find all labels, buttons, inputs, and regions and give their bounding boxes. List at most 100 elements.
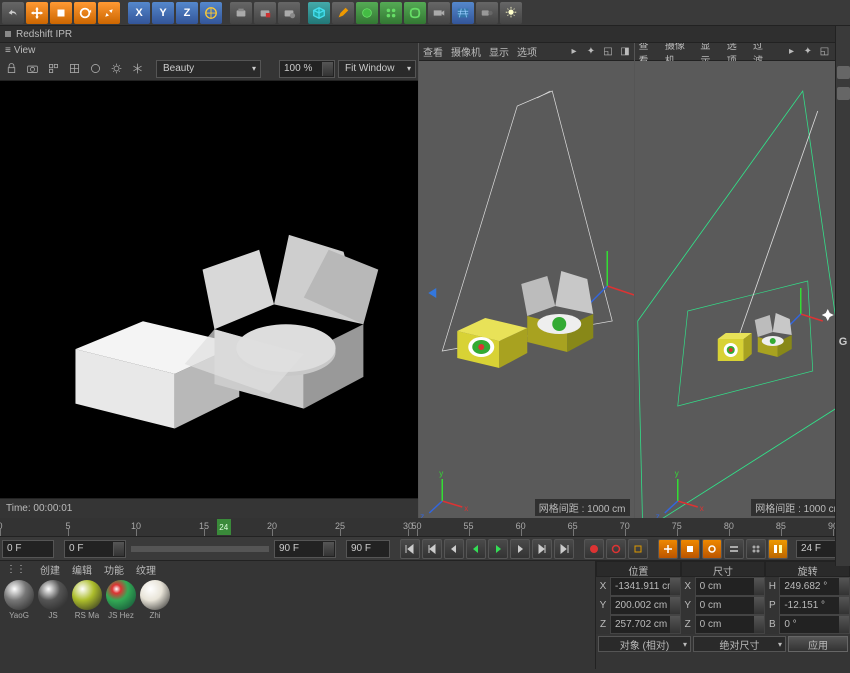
viewport-hud: 网格间距 : 1000 cm bbox=[535, 499, 630, 516]
gear-icon[interactable] bbox=[107, 60, 125, 78]
vp-menu-display[interactable]: 显示 bbox=[489, 44, 509, 59]
rotate-tool[interactable] bbox=[74, 2, 96, 24]
loop-end-field[interactable]: 90 F bbox=[274, 540, 336, 558]
last-tool[interactable] bbox=[98, 2, 120, 24]
mat-tab-edit[interactable]: 编辑 bbox=[72, 562, 92, 577]
timeline-ruler[interactable]: 24 051015202530505560657075808590 bbox=[0, 518, 850, 536]
rot-field[interactable]: 0 ° bbox=[779, 615, 850, 634]
key-pla-button[interactable] bbox=[746, 539, 766, 559]
size-field[interactable]: 0 cm bbox=[695, 596, 766, 615]
keyframe-sel-button[interactable] bbox=[628, 539, 648, 559]
apply-button[interactable]: 应用 bbox=[788, 636, 848, 652]
strip-icon-1[interactable] bbox=[837, 66, 850, 79]
key-pos-button[interactable] bbox=[658, 539, 678, 559]
material-slot[interactable]: JS Hez bbox=[104, 579, 138, 667]
zoom-field[interactable]: 100 % bbox=[279, 60, 335, 78]
move-tool[interactable] bbox=[26, 2, 48, 24]
world-axis-button[interactable] bbox=[200, 2, 222, 24]
coord-mode-2[interactable]: 绝对尺寸 bbox=[693, 636, 786, 652]
vp-menu-options[interactable]: 选项 bbox=[517, 44, 537, 59]
render-region-button[interactable] bbox=[254, 2, 276, 24]
vp-menu-camera[interactable]: 摄像机 bbox=[451, 44, 481, 59]
loop-start-field[interactable]: 0 F bbox=[64, 540, 126, 558]
playhead[interactable]: 24 bbox=[217, 519, 231, 535]
coord-tab-size: 尺寸 bbox=[681, 561, 766, 577]
material-slot[interactable]: JS bbox=[36, 579, 70, 667]
next-key-button[interactable] bbox=[532, 539, 552, 559]
rot-field[interactable]: 249.682 ° bbox=[779, 577, 850, 596]
camera-obj-button[interactable] bbox=[476, 2, 498, 24]
material-slot[interactable]: Zhi bbox=[138, 579, 172, 667]
render-settings-button[interactable] bbox=[278, 2, 300, 24]
light-button[interactable] bbox=[500, 2, 522, 24]
vp-nav-icon-2b[interactable]: ✦ bbox=[804, 47, 812, 56]
autokey-button[interactable] bbox=[606, 539, 626, 559]
floor-button[interactable] bbox=[452, 2, 474, 24]
prev-frame-button[interactable] bbox=[444, 539, 464, 559]
vp-menu-view[interactable]: 查看 bbox=[423, 44, 443, 59]
next-frame-button[interactable] bbox=[510, 539, 530, 559]
key-scale-button[interactable] bbox=[680, 539, 700, 559]
play-back-button[interactable] bbox=[466, 539, 486, 559]
coord-mode-1[interactable]: 对象 (相对) bbox=[598, 636, 691, 652]
lock-icon[interactable] bbox=[2, 60, 20, 78]
viewport-right[interactable]: 查看 摄像机 显示 选项 过滤 ▸ ✦ ◱ ◨ 透视视图 bbox=[635, 43, 850, 518]
goto-end-button[interactable] bbox=[554, 539, 574, 559]
freeze-icon[interactable] bbox=[128, 60, 146, 78]
record-button[interactable] bbox=[584, 539, 604, 559]
pen-tool-button[interactable] bbox=[332, 2, 354, 24]
circle-icon[interactable] bbox=[86, 60, 104, 78]
rot-field[interactable]: -12.151 ° bbox=[779, 596, 850, 615]
key-rot-button[interactable] bbox=[702, 539, 722, 559]
play-button[interactable] bbox=[488, 539, 508, 559]
bucket-icon[interactable] bbox=[44, 60, 62, 78]
pos-field[interactable]: 200.002 cm bbox=[610, 596, 681, 615]
scrollbar[interactable] bbox=[131, 546, 269, 552]
material-panel: ⋮⋮ 创建 编辑 功能 纹理 YaoGJSRS MaJS HezZhi bbox=[0, 561, 596, 669]
vp-nav-icon-2[interactable]: ✦ bbox=[587, 47, 596, 56]
ipr-time-bar: Time: 00:00:01 bbox=[0, 498, 418, 518]
mat-tab-func[interactable]: 功能 bbox=[104, 562, 124, 577]
array-button[interactable] bbox=[380, 2, 402, 24]
prev-key-button[interactable] bbox=[422, 539, 442, 559]
size-field[interactable]: 0 cm bbox=[695, 615, 766, 634]
y-axis-button[interactable]: Y bbox=[152, 2, 174, 24]
fit-dropdown[interactable]: Fit Window bbox=[338, 60, 416, 78]
vp-nav-icon-4[interactable]: ◨ bbox=[621, 47, 630, 56]
material-slot[interactable]: RS Ma bbox=[70, 579, 104, 667]
axis-label: X bbox=[596, 577, 610, 596]
key-opts-button[interactable] bbox=[768, 539, 788, 559]
pos-field[interactable]: -1341.911 cm bbox=[610, 577, 681, 596]
mat-tab-create[interactable]: 创建 bbox=[40, 562, 60, 577]
end-frame-field[interactable]: 90 F bbox=[346, 540, 390, 558]
vp-nav-icon-3[interactable]: ◱ bbox=[604, 47, 613, 56]
aov-dropdown[interactable]: Beauty bbox=[156, 60, 261, 78]
key-param-button[interactable] bbox=[724, 539, 744, 559]
camera-snapshot-icon[interactable] bbox=[23, 60, 41, 78]
render-view[interactable] bbox=[0, 81, 418, 498]
goto-start-button[interactable] bbox=[400, 539, 420, 559]
rot-axis-label: H bbox=[765, 577, 779, 596]
deformer-button[interactable] bbox=[404, 2, 426, 24]
scale-tool[interactable] bbox=[50, 2, 72, 24]
coord-row: Y200.002 cmY0 cmP-12.151 ° bbox=[596, 596, 850, 615]
vp-nav-icon-3b[interactable]: ◱ bbox=[820, 47, 829, 56]
start-frame-field[interactable]: 0 F bbox=[2, 540, 54, 558]
z-axis-button[interactable]: Z bbox=[176, 2, 198, 24]
render-button[interactable] bbox=[230, 2, 252, 24]
vp-nav-icon-1b[interactable]: ▸ bbox=[787, 47, 795, 56]
viewport-left[interactable]: 查看 摄像机 显示 选项 ▸ ✦ ◱ ◨ 透视视图 bbox=[419, 43, 635, 518]
grid-icon[interactable] bbox=[65, 60, 83, 78]
undo-button[interactable] bbox=[2, 2, 24, 24]
vp-nav-icon-1[interactable]: ▸ bbox=[570, 47, 579, 56]
cube-primitive-button[interactable] bbox=[308, 2, 330, 24]
nurbs-button[interactable] bbox=[356, 2, 378, 24]
size-field[interactable]: 0 cm bbox=[695, 577, 766, 596]
pos-field[interactable]: 257.702 cm bbox=[610, 615, 681, 634]
camera-button[interactable] bbox=[428, 2, 450, 24]
svg-text:y: y bbox=[439, 469, 443, 478]
material-slot[interactable]: YaoG bbox=[2, 579, 36, 667]
x-axis-button[interactable]: X bbox=[128, 2, 150, 24]
strip-icon-2[interactable] bbox=[837, 87, 850, 100]
mat-tab-tex[interactable]: 纹理 bbox=[136, 562, 156, 577]
